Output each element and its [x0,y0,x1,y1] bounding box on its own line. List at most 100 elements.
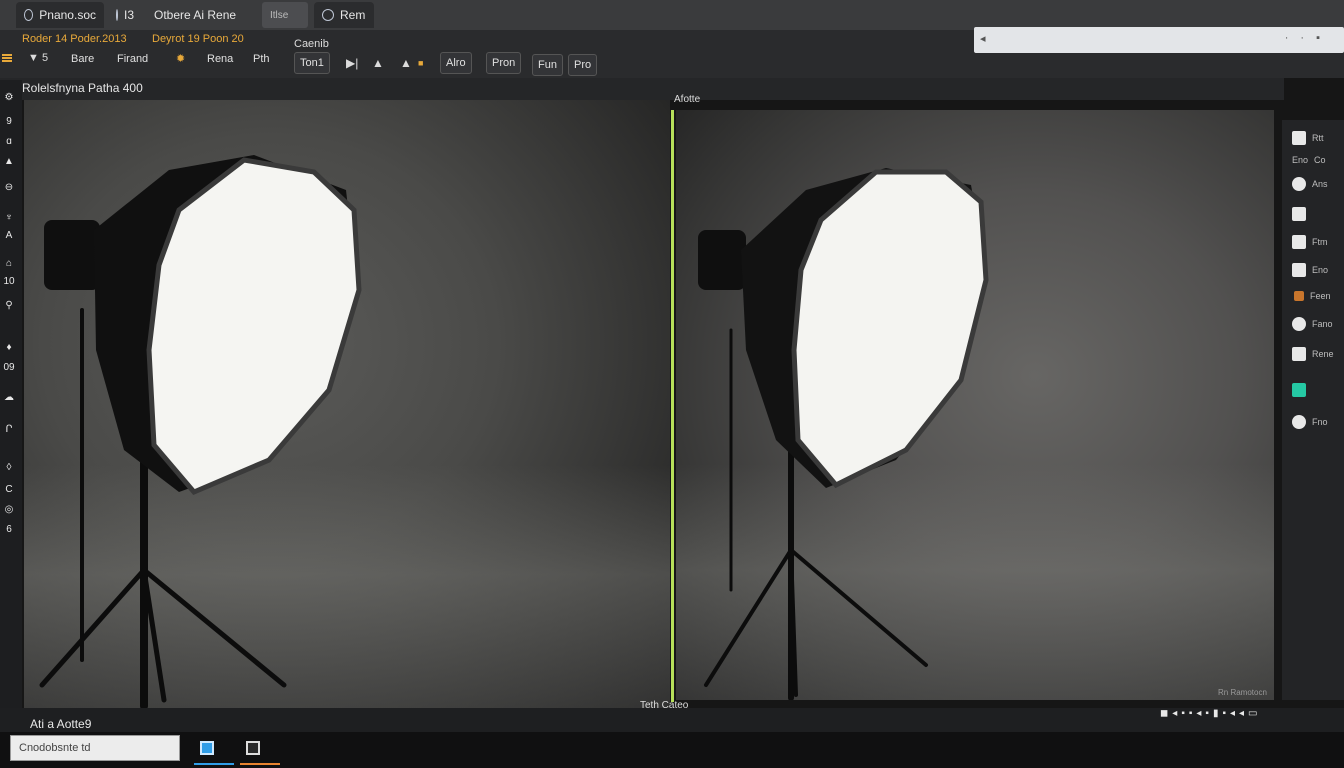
tool-rail: ⚙ 9 ɑ ▲ ⊖ ♆ A ⌂ 10 ⚲ ♦ 09 ☁ Ր ◊ C ◎ 6 [0,80,22,710]
pth-button[interactable]: Pth [248,48,275,70]
light-icon[interactable]: ♆ [1,212,17,223]
gear-icon [1292,317,1306,331]
active-indicator [240,763,280,765]
taskbar-search-input[interactable]: Cnodobsnte td [10,735,180,761]
cloud-icon[interactable]: ☁ [1,392,17,403]
brush-icon[interactable]: ɑ [1,136,17,147]
app-icon [24,9,34,21]
layers-icon [1292,131,1306,145]
play-icon[interactable]: ▶| [346,56,358,70]
status-right: Rn Ramotocn [1218,688,1267,697]
rail-label-2: A [5,230,13,241]
browser-tab-bar: Pnano.soc I3 Otbere Ai Rene Itlse Rem [0,0,1344,30]
tab-5-label: Rem [340,8,366,22]
panel-title-bar: Rolelsfnyna Patha 400 [0,78,1284,100]
color-swatch-icon [1294,291,1304,301]
fun-button[interactable]: Fun [532,54,563,76]
panel-item-10[interactable] [1292,380,1342,400]
right-view-header: Afotte [674,94,701,105]
panel-item-5[interactable]: Ftm [1292,232,1342,252]
rail-label-3: 10 [3,276,15,287]
toolbar: Roder 14 Poder.2013 Deyrot 19 Poon 20 Ca… [0,30,974,78]
window-icon [246,741,260,755]
panel-item-2[interactable]: Eno Co [1292,150,1342,170]
firand-button[interactable]: Firand [112,48,153,70]
properties-panel: Rtt Eno Co Ans Ftm Eno Feen Fano Rene Fn… [1282,120,1344,700]
window-controls-icon[interactable]: ··▪ [1285,32,1332,44]
rena-button[interactable]: Rena [202,48,238,70]
panel-item-4[interactable] [1292,204,1342,224]
panel-item-7[interactable]: Feen [1292,286,1342,306]
tab-3-label: Otbere Ai Rene [154,8,237,22]
warning-icon[interactable]: ▲ [400,56,412,70]
toolbar-info-1: Roder 14 Poder.2013 [22,33,127,45]
tab-1[interactable]: Pnano.soc [16,2,104,28]
toolbar-extension [974,53,1344,78]
marker-icon[interactable]: ⚲ [1,300,17,311]
panel-item-6[interactable]: Eno [1292,260,1342,280]
back-icon[interactable]: ◂ [980,32,986,45]
tab-4-label: Itlse [270,9,289,21]
menu-icon[interactable] [2,54,12,62]
viewport-right[interactable] [676,110,1274,700]
viewport-left[interactable] [24,100,670,708]
settings-icon[interactable]: ⚙ [1,92,17,103]
tab-1-label: Pnano.soc [39,8,96,22]
address-bar[interactable]: ◂ ··▪ [974,27,1344,53]
triangle-tool-icon[interactable]: ▲ [1,156,17,167]
brush-icon [1292,347,1306,361]
taskbar-app-2[interactable] [240,735,280,765]
tab-2-label: I3 [124,8,135,22]
split-divider[interactable] [671,110,674,702]
toolbar-count: 5 [42,52,49,64]
home-icon[interactable]: ⌂ [1,258,17,269]
panel-item-8[interactable]: Fano [1292,314,1342,334]
panel-item-3[interactable]: Ans [1292,174,1342,194]
taskbar-app-1[interactable] [194,735,234,765]
pro-button[interactable]: Pro [568,54,598,76]
globe-icon [322,9,334,21]
status-mid: Teth Cateo [640,700,689,711]
toolbar-info-2: Deyrot 19 Poon 20 [152,33,244,45]
ton1-button[interactable]: Ton1 [294,52,330,74]
status-bar: Ati a Aotte9 Teth Cateo Rn Ramotocn [0,688,1344,732]
pron-button[interactable]: Pron [486,52,522,74]
pin-icon[interactable]: ♦ [1,342,17,353]
grid-icon [1292,235,1306,249]
tab-5[interactable]: Rem [314,2,374,28]
softbox-illustration-right [698,168,989,700]
softbox-illustration-left [39,155,362,708]
home-icon [1292,177,1306,191]
panel-item-11[interactable]: Fno [1292,412,1342,432]
rail-label-6: 6 [6,524,12,535]
rotate-icon[interactable]: ⊖ [1,182,17,193]
bare-button[interactable]: Bare [66,48,99,70]
warning-badge-icon: ■ [418,58,424,68]
tab-2[interactable]: I3 [108,2,142,28]
active-tool-icon [1292,383,1306,397]
layers-icon[interactable]: ▼ [28,52,39,64]
active-indicator [194,763,234,765]
rail-label-5: C [5,484,13,495]
triangle-icon[interactable]: ▲ [372,56,384,70]
tab-4[interactable]: Itlse [262,2,308,28]
camera-icon[interactable]: ◎ [1,504,17,515]
alro-button[interactable]: Alro [440,52,472,74]
rail-label-4: 09 [3,362,15,373]
panel-title: Rolelsfnyna Patha 400 [22,81,143,95]
status-left: Ati a Aotte9 [30,717,92,731]
chart-icon [1292,207,1306,221]
toolbar-group-label: Caenib [294,38,329,50]
panel-item-1[interactable]: Rtt [1292,128,1342,148]
hook-icon[interactable]: Ր [1,424,17,435]
drop-icon[interactable]: ◊ [1,462,17,473]
rail-label-1: 9 [6,116,12,127]
app-window-icon [200,741,214,755]
sun-icon[interactable]: ✹ [176,52,185,65]
app-icon [116,9,118,21]
list-icon [1292,263,1306,277]
tab-3[interactable]: Otbere Ai Rene [146,2,258,28]
settings-icon [1292,415,1306,429]
panel-item-9[interactable]: Rene [1292,344,1342,364]
system-tray-icons[interactable]: ◼◂▪▪◂▪▮▪◂◂▭ [1160,708,1344,724]
